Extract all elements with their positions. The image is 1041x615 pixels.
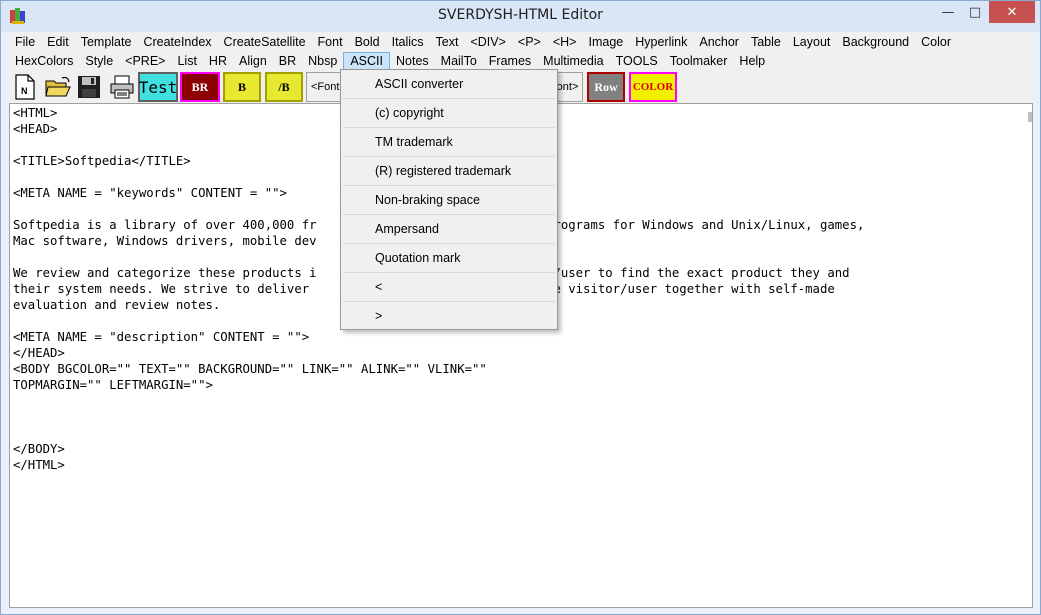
save-button[interactable] — [75, 72, 103, 102]
menu-nbsp[interactable]: Nbsp — [302, 52, 343, 71]
copyright-item[interactable]: (c) copyright — [343, 99, 555, 128]
br-button[interactable]: BR — [180, 72, 220, 102]
row-button[interactable]: Row — [587, 72, 625, 102]
less-than-item[interactable]: < — [343, 273, 555, 302]
menu-font[interactable]: Font — [312, 33, 349, 52]
menu-style[interactable]: Style — [79, 52, 119, 71]
menu-table[interactable]: Table — [745, 33, 787, 52]
svg-text:N: N — [21, 86, 28, 96]
print-button[interactable] — [107, 72, 137, 102]
menu-align[interactable]: Align — [233, 52, 273, 71]
menu-file[interactable]: File — [9, 33, 41, 52]
ascii-dropdown-menu: ASCII converter (c) copyright TM tradema… — [340, 69, 558, 330]
new-document-icon: N — [15, 74, 35, 100]
menu-div[interactable]: <DIV> — [464, 33, 511, 52]
menu-pre[interactable]: <PRE> — [119, 52, 171, 71]
trademark-item[interactable]: TM trademark — [343, 128, 555, 157]
menu-italics[interactable]: Italics — [386, 33, 430, 52]
ampersand-item[interactable]: Ampersand — [343, 215, 555, 244]
title-bar[interactable]: SVERDYSH-HTML Editor — □ ✕ — [1, 1, 1040, 32]
new-document-button[interactable]: N — [11, 72, 39, 102]
menu-hr[interactable]: HR — [203, 52, 233, 71]
menu-tools[interactable]: TOOLS — [610, 52, 664, 71]
close-button[interactable]: ✕ — [989, 1, 1035, 23]
menu-row-1: File Edit Template CreateIndex CreateSat… — [9, 33, 957, 52]
menu-help[interactable]: Help — [733, 52, 771, 71]
nonbreaking-space-item[interactable]: Non-braking space — [343, 186, 555, 215]
menu-hexcolors[interactable]: HexColors — [9, 52, 79, 71]
floppy-disk-icon — [78, 76, 100, 98]
menu-template[interactable]: Template — [75, 33, 138, 52]
minimize-button[interactable]: — — [935, 1, 961, 23]
open-folder-button[interactable] — [43, 72, 73, 102]
menu-bold[interactable]: Bold — [349, 33, 386, 52]
greater-than-item[interactable]: > — [343, 302, 555, 331]
color-button[interactable]: COLOR — [629, 72, 677, 102]
printer-icon — [110, 75, 134, 99]
menu-edit[interactable]: Edit — [41, 33, 75, 52]
maximize-button[interactable]: □ — [962, 1, 988, 23]
menu-hyperlink[interactable]: Hyperlink — [629, 33, 693, 52]
window-title: SVERDYSH-HTML Editor — [438, 7, 603, 23]
quotation-mark-item[interactable]: Quotation mark — [343, 244, 555, 273]
menu-br[interactable]: BR — [273, 52, 302, 71]
menu-toolmaker[interactable]: Toolmaker — [664, 52, 734, 71]
menu-color[interactable]: Color — [915, 33, 957, 52]
open-folder-icon — [45, 76, 71, 97]
menu-list[interactable]: List — [171, 52, 202, 71]
menu-createindex[interactable]: CreateIndex — [137, 33, 217, 52]
menu-bar: File Edit Template CreateIndex CreateSat… — [9, 33, 1033, 71]
menu-background[interactable]: Background — [836, 33, 915, 52]
app-window: SVERDYSH-HTML Editor — □ ✕ File Edit Tem… — [0, 0, 1041, 615]
registered-trademark-item[interactable]: (R) registered trademark — [343, 157, 555, 186]
menu-image[interactable]: Image — [583, 33, 630, 52]
menu-p[interactable]: <P> — [512, 33, 547, 52]
menu-text[interactable]: Text — [430, 33, 465, 52]
scrollbar-marker[interactable] — [1028, 112, 1032, 122]
menu-createsatellite[interactable]: CreateSatellite — [218, 33, 312, 52]
menu-layout[interactable]: Layout — [787, 33, 837, 52]
menu-anchor[interactable]: Anchor — [693, 33, 745, 52]
bold-close-button[interactable]: /B — [265, 72, 303, 102]
ascii-converter-item[interactable]: ASCII converter — [343, 70, 555, 99]
menu-h[interactable]: <H> — [547, 33, 583, 52]
test-button[interactable]: Test — [138, 72, 178, 102]
bold-open-button[interactable]: B — [223, 72, 261, 102]
